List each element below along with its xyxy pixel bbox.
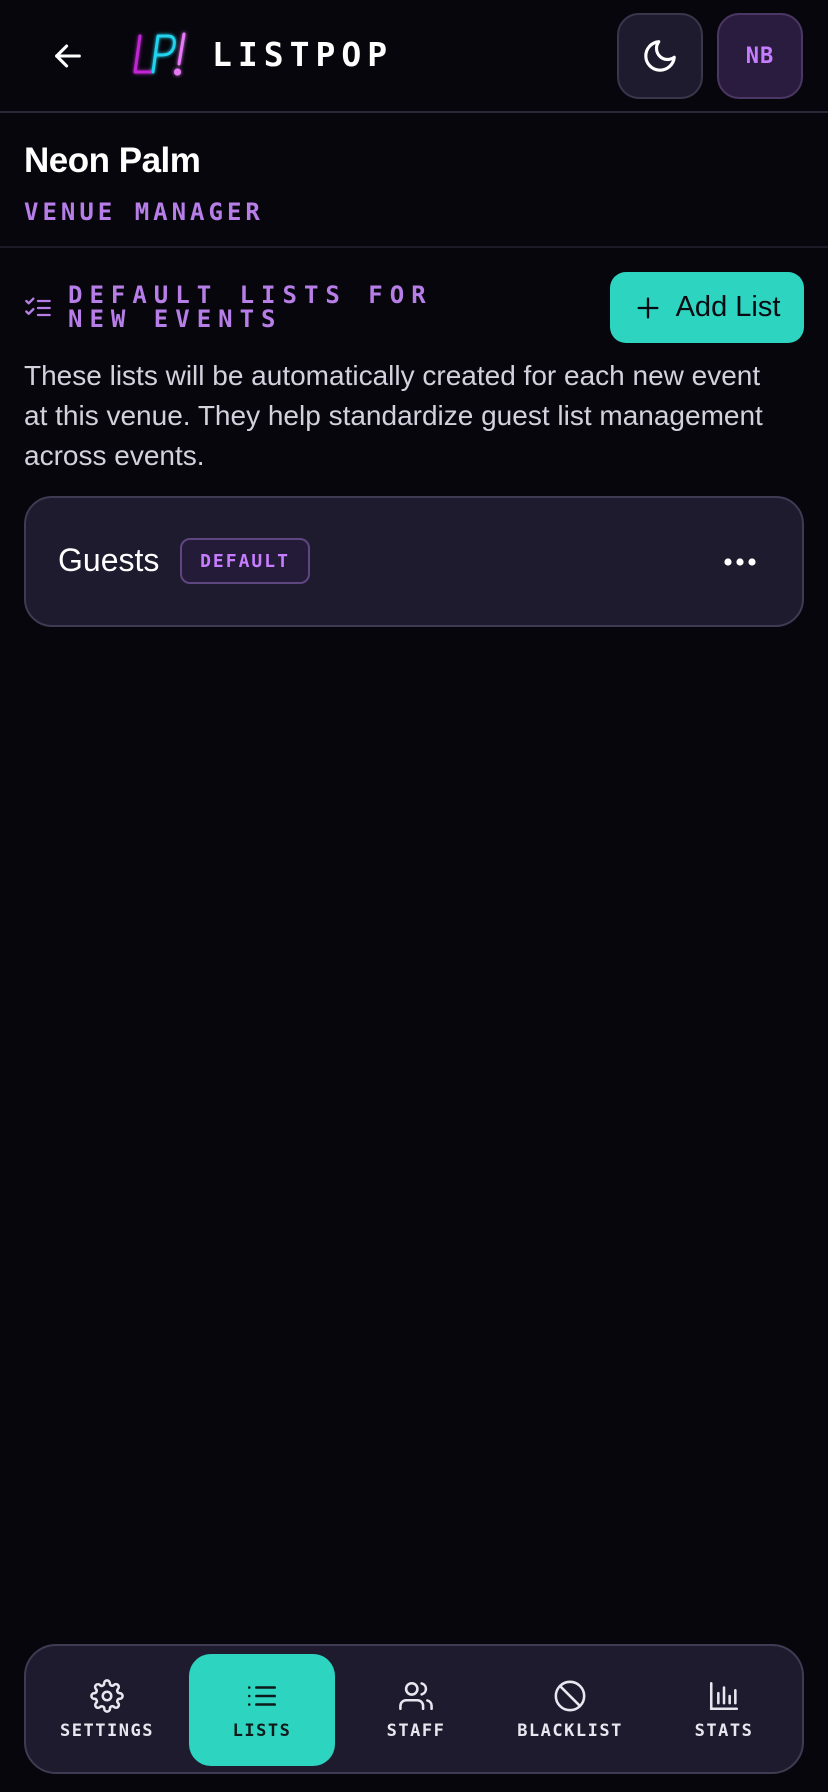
gear-icon xyxy=(90,1679,124,1713)
theme-toggle-button[interactable] xyxy=(617,13,703,99)
more-horizontal-icon xyxy=(724,558,756,566)
back-button[interactable] xyxy=(44,32,92,80)
nav-item-lists[interactable]: LISTS xyxy=(189,1654,335,1766)
nav-label-blacklist: BLACKLIST xyxy=(517,1721,623,1741)
nav-item-blacklist[interactable]: BLACKLIST xyxy=(497,1654,643,1766)
nav-label-lists: LISTS xyxy=(232,1721,292,1741)
list-icon xyxy=(247,1686,277,1706)
arrow-left-icon xyxy=(55,44,81,68)
venue-role: VENUE MANAGER xyxy=(24,198,264,226)
listpop-logo xyxy=(130,28,192,82)
add-list-label: Add List xyxy=(675,291,781,323)
nav-item-staff[interactable]: STAFF xyxy=(343,1654,489,1766)
checklist-icon xyxy=(25,297,51,317)
bottom-nav: SETTINGS LISTS STAFF BLACKLIST STATS xyxy=(24,1644,804,1774)
plus-icon xyxy=(637,297,659,318)
nav-label-staff: STAFF xyxy=(386,1721,446,1741)
ban-icon xyxy=(554,1680,586,1712)
user-avatar[interactable]: NB xyxy=(717,13,803,99)
section-description: These lists will be automatically create… xyxy=(24,360,763,471)
brand-name: LISTPOP xyxy=(212,35,394,74)
venue-name: Neon Palm xyxy=(24,141,201,180)
section-title: DEFAULT LISTS FOR NEW EVENTS xyxy=(68,281,433,333)
nav-item-stats[interactable]: STATS xyxy=(651,1654,797,1766)
users-icon xyxy=(399,1681,433,1711)
add-list-button[interactable]: Add List xyxy=(610,272,804,343)
default-badge: DEFAULT xyxy=(180,538,310,584)
bar-chart-icon xyxy=(709,1681,739,1711)
list-item[interactable]: Guests DEFAULT xyxy=(24,496,804,627)
list-name: Guests xyxy=(58,542,160,578)
more-options-button[interactable] xyxy=(718,542,762,582)
nav-label-settings: SETTINGS xyxy=(60,1721,154,1741)
app-header: LISTPOP NB xyxy=(0,0,828,113)
nav-label-stats: STATS xyxy=(694,1721,754,1741)
venue-info: Neon Palm VENUE MANAGER xyxy=(0,113,828,248)
moon-icon xyxy=(644,40,676,72)
nav-item-settings[interactable]: SETTINGS xyxy=(34,1654,180,1766)
